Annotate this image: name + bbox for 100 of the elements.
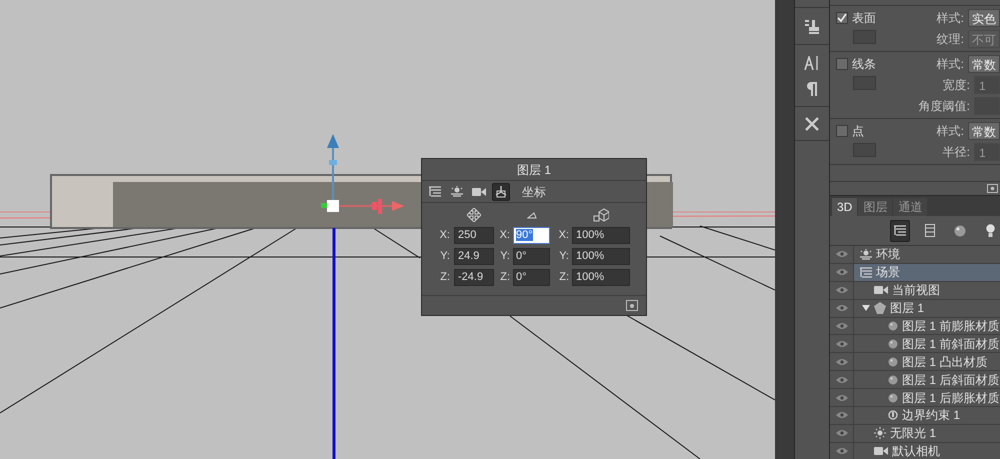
layer-name: 无限光 1 — [890, 425, 936, 442]
axis-label: Z: — [558, 270, 570, 286]
axis-label: Z: — [439, 270, 451, 286]
disclosure-triangle-icon[interactable] — [862, 305, 870, 312]
sphere-icon — [888, 321, 898, 331]
layer-row[interactable]: 图层 1 后膨胀材质 — [854, 389, 1000, 406]
sphere-icon — [888, 356, 898, 367]
layer-row[interactable]: 图层 1 后斜面材质 — [854, 371, 1000, 388]
field-label: 样式: — [936, 10, 965, 27]
shape-icon — [874, 302, 886, 314]
layer-name: 当前视图 — [892, 282, 940, 300]
position-field[interactable]: 24.9 — [454, 248, 494, 265]
eye-icon[interactable] — [836, 286, 848, 294]
eye-icon[interactable] — [836, 322, 848, 330]
rotation-field[interactable]: 90° — [513, 227, 550, 244]
panel-tab[interactable]: 3D — [832, 198, 858, 216]
eye-icon[interactable] — [836, 340, 848, 348]
position-field[interactable]: -24.9 — [454, 269, 494, 286]
camera-icon — [874, 446, 888, 456]
layer-name: 图层 1 前斜面材质 — [902, 336, 1000, 353]
panel-options-icon[interactable] — [987, 184, 998, 193]
panel-tab[interactable]: 通道 — [893, 198, 928, 216]
layer-row[interactable]: 图层 1 — [854, 300, 1000, 317]
sun-icon — [874, 427, 886, 440]
scene-icon — [429, 186, 441, 197]
axis-label: X: — [558, 228, 570, 244]
style-dropdown[interactable]: 常数 — [968, 55, 1000, 73]
paragraph-icon[interactable] — [807, 82, 817, 96]
ring-icon — [888, 410, 898, 420]
layer-name: 图层 1 后膨胀材质 — [902, 390, 1000, 407]
layer-name: 边界约束 1 — [902, 407, 960, 424]
scale-field[interactable]: 100% — [572, 269, 630, 286]
scale-field[interactable]: 100% — [572, 227, 630, 244]
camera-icon — [472, 186, 486, 196]
sphere-icon — [888, 338, 898, 349]
layer-name: 图层 1 — [890, 300, 924, 318]
angle-icon — [526, 212, 536, 218]
layer-row[interactable]: 场景 — [854, 264, 1000, 281]
axes-icon — [495, 186, 507, 198]
scale-icon — [593, 208, 609, 222]
layer-row[interactable]: 无限光 1 — [854, 424, 1000, 442]
axis-label: Y: — [558, 249, 570, 264]
sun-icon — [860, 248, 872, 260]
axis-label: X: — [498, 228, 511, 244]
camera-icon — [874, 285, 888, 296]
eye-icon[interactable] — [836, 394, 848, 402]
axis-label: X: — [438, 228, 451, 244]
checkbox[interactable] — [836, 12, 848, 24]
style-dropdown[interactable]: 常数 — [968, 122, 1000, 140]
eye-icon[interactable] — [836, 304, 848, 312]
scale-field[interactable]: 100% — [572, 248, 630, 265]
section-label: 点 — [852, 123, 864, 140]
rotation-field[interactable]: 0° — [513, 248, 550, 265]
stamp-icon[interactable] — [804, 18, 820, 34]
layer-row[interactable]: 图层 1 凸出材质 — [854, 353, 1000, 370]
field-label: 样式: — [936, 56, 965, 73]
character-icon[interactable] — [804, 56, 820, 70]
layer-name: 图层 1 前膨胀材质 — [902, 318, 1000, 336]
eye-icon[interactable] — [836, 376, 848, 384]
field-label: 样式: — [936, 123, 965, 140]
layer-row[interactable]: 图层 1 前膨胀材质 — [854, 318, 1000, 334]
layer-name: 环境 — [876, 246, 900, 264]
field-label: 宽度: — [942, 77, 971, 94]
position-field[interactable]: 250 — [454, 227, 494, 244]
grid-icon — [925, 224, 936, 237]
sun-icon — [451, 186, 463, 197]
sphere-icon — [888, 374, 898, 385]
axis-label: Y: — [439, 249, 451, 264]
move-icon — [467, 208, 481, 222]
eye-icon[interactable] — [836, 447, 848, 456]
eye-icon[interactable] — [836, 358, 848, 366]
style-dropdown[interactable]: 实色 — [968, 9, 1000, 27]
filter-button[interactable] — [890, 220, 910, 242]
color-swatch[interactable] — [853, 76, 876, 90]
color-swatch[interactable] — [853, 143, 876, 157]
panel-tab[interactable] — [492, 182, 510, 200]
layer-name: 图层 1 凸出材质 — [902, 354, 988, 371]
axis-label: Y: — [499, 249, 511, 264]
layer-name: 场景 — [876, 264, 900, 282]
eye-icon[interactable] — [836, 429, 848, 438]
color-swatch[interactable] — [853, 30, 876, 44]
layer-row[interactable]: 当前视图 — [854, 282, 1000, 299]
field-label: 纹理: — [936, 31, 965, 48]
layer-row[interactable]: 默认相机 — [854, 442, 1000, 459]
eye-icon[interactable] — [836, 411, 848, 420]
panel-title: 图层 1 — [516, 162, 551, 178]
section-label: 坐标 — [522, 184, 546, 200]
rotation-field[interactable]: 0° — [513, 269, 550, 286]
eye-icon[interactable] — [836, 250, 848, 258]
check-icon — [837, 13, 847, 23]
layer-row[interactable]: 图层 1 前斜面材质 — [854, 335, 1000, 352]
panel-tab[interactable]: 图层 — [858, 198, 892, 216]
move-gizmo-drawing[interactable] — [321, 134, 404, 214]
eye-icon[interactable] — [836, 268, 848, 276]
checkbox[interactable] — [836, 58, 848, 70]
layer-name: 图层 1 后斜面材质 — [902, 372, 1000, 389]
checkbox[interactable] — [836, 125, 848, 137]
panel-options-icon[interactable] — [626, 300, 638, 311]
layer-row[interactable]: 边界约束 1 — [854, 407, 1000, 424]
layer-row[interactable]: 环境 — [854, 246, 1000, 263]
